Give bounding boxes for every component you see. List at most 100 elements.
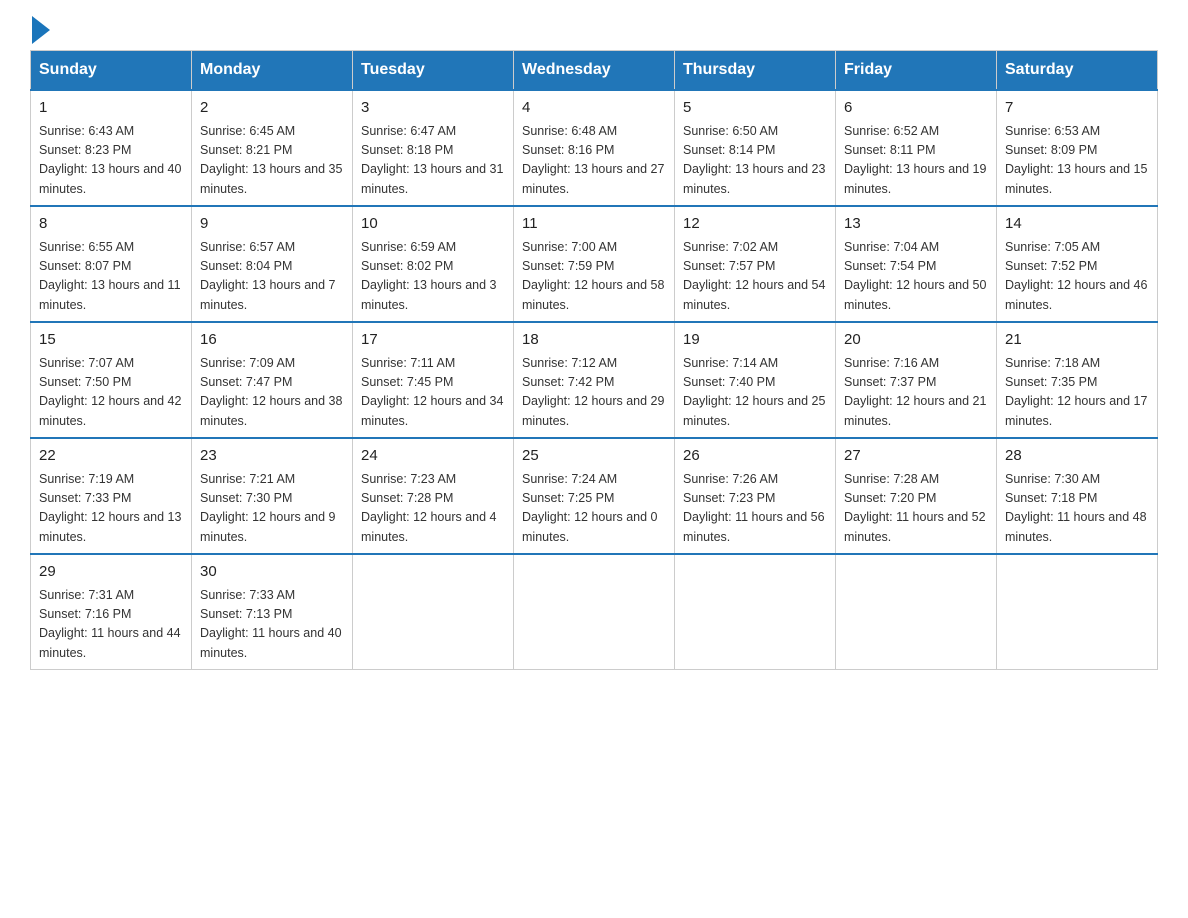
day-number: 5 — [683, 97, 827, 120]
day-info: Sunrise: 7:23 AMSunset: 7:28 PMDaylight:… — [361, 470, 505, 548]
week-row: 1Sunrise: 6:43 AMSunset: 8:23 PMDaylight… — [31, 90, 1158, 206]
day-number: 18 — [522, 329, 666, 352]
calendar-cell: 27Sunrise: 7:28 AMSunset: 7:20 PMDayligh… — [836, 438, 997, 554]
day-info: Sunrise: 7:12 AMSunset: 7:42 PMDaylight:… — [522, 354, 666, 432]
day-number: 26 — [683, 445, 827, 468]
day-info: Sunrise: 7:02 AMSunset: 7:57 PMDaylight:… — [683, 238, 827, 316]
day-info: Sunrise: 7:05 AMSunset: 7:52 PMDaylight:… — [1005, 238, 1149, 316]
week-row: 29Sunrise: 7:31 AMSunset: 7:16 PMDayligh… — [31, 554, 1158, 670]
weekday-header: Saturday — [997, 51, 1158, 91]
day-info: Sunrise: 6:50 AMSunset: 8:14 PMDaylight:… — [683, 122, 827, 200]
calendar-cell: 2Sunrise: 6:45 AMSunset: 8:21 PMDaylight… — [192, 90, 353, 206]
calendar-cell — [353, 554, 514, 670]
day-number: 8 — [39, 213, 183, 236]
day-info: Sunrise: 7:24 AMSunset: 7:25 PMDaylight:… — [522, 470, 666, 548]
calendar-cell: 18Sunrise: 7:12 AMSunset: 7:42 PMDayligh… — [514, 322, 675, 438]
weekday-header: Tuesday — [353, 51, 514, 91]
day-number: 7 — [1005, 97, 1149, 120]
day-info: Sunrise: 7:28 AMSunset: 7:20 PMDaylight:… — [844, 470, 988, 548]
day-info: Sunrise: 6:52 AMSunset: 8:11 PMDaylight:… — [844, 122, 988, 200]
day-info: Sunrise: 6:53 AMSunset: 8:09 PMDaylight:… — [1005, 122, 1149, 200]
calendar-cell: 1Sunrise: 6:43 AMSunset: 8:23 PMDaylight… — [31, 90, 192, 206]
weekday-header: Sunday — [31, 51, 192, 91]
calendar-cell: 19Sunrise: 7:14 AMSunset: 7:40 PMDayligh… — [675, 322, 836, 438]
calendar-cell: 6Sunrise: 6:52 AMSunset: 8:11 PMDaylight… — [836, 90, 997, 206]
week-row: 15Sunrise: 7:07 AMSunset: 7:50 PMDayligh… — [31, 322, 1158, 438]
day-info: Sunrise: 6:57 AMSunset: 8:04 PMDaylight:… — [200, 238, 344, 316]
weekday-header-row: SundayMondayTuesdayWednesdayThursdayFrid… — [31, 51, 1158, 91]
calendar-cell — [997, 554, 1158, 670]
week-row: 22Sunrise: 7:19 AMSunset: 7:33 PMDayligh… — [31, 438, 1158, 554]
day-info: Sunrise: 7:00 AMSunset: 7:59 PMDaylight:… — [522, 238, 666, 316]
weekday-header: Friday — [836, 51, 997, 91]
day-info: Sunrise: 7:30 AMSunset: 7:18 PMDaylight:… — [1005, 470, 1149, 548]
day-number: 23 — [200, 445, 344, 468]
day-number: 12 — [683, 213, 827, 236]
day-number: 4 — [522, 97, 666, 120]
day-number: 29 — [39, 561, 183, 584]
calendar-cell: 12Sunrise: 7:02 AMSunset: 7:57 PMDayligh… — [675, 206, 836, 322]
day-info: Sunrise: 7:33 AMSunset: 7:13 PMDaylight:… — [200, 586, 344, 664]
day-info: Sunrise: 7:21 AMSunset: 7:30 PMDaylight:… — [200, 470, 344, 548]
day-number: 21 — [1005, 329, 1149, 352]
day-number: 24 — [361, 445, 505, 468]
calendar-cell: 26Sunrise: 7:26 AMSunset: 7:23 PMDayligh… — [675, 438, 836, 554]
day-info: Sunrise: 6:47 AMSunset: 8:18 PMDaylight:… — [361, 122, 505, 200]
day-number: 16 — [200, 329, 344, 352]
calendar-cell: 22Sunrise: 7:19 AMSunset: 7:33 PMDayligh… — [31, 438, 192, 554]
day-number: 10 — [361, 213, 505, 236]
calendar-cell: 4Sunrise: 6:48 AMSunset: 8:16 PMDaylight… — [514, 90, 675, 206]
day-number: 27 — [844, 445, 988, 468]
calendar-cell: 24Sunrise: 7:23 AMSunset: 7:28 PMDayligh… — [353, 438, 514, 554]
day-info: Sunrise: 7:09 AMSunset: 7:47 PMDaylight:… — [200, 354, 344, 432]
day-info: Sunrise: 7:19 AMSunset: 7:33 PMDaylight:… — [39, 470, 183, 548]
calendar-cell: 28Sunrise: 7:30 AMSunset: 7:18 PMDayligh… — [997, 438, 1158, 554]
calendar-cell: 15Sunrise: 7:07 AMSunset: 7:50 PMDayligh… — [31, 322, 192, 438]
calendar-cell: 20Sunrise: 7:16 AMSunset: 7:37 PMDayligh… — [836, 322, 997, 438]
calendar-cell: 10Sunrise: 6:59 AMSunset: 8:02 PMDayligh… — [353, 206, 514, 322]
day-number: 15 — [39, 329, 183, 352]
calendar-cell: 17Sunrise: 7:11 AMSunset: 7:45 PMDayligh… — [353, 322, 514, 438]
calendar-cell: 5Sunrise: 6:50 AMSunset: 8:14 PMDaylight… — [675, 90, 836, 206]
day-info: Sunrise: 6:43 AMSunset: 8:23 PMDaylight:… — [39, 122, 183, 200]
calendar-cell: 16Sunrise: 7:09 AMSunset: 7:47 PMDayligh… — [192, 322, 353, 438]
weekday-header: Monday — [192, 51, 353, 91]
day-number: 30 — [200, 561, 344, 584]
calendar-cell: 11Sunrise: 7:00 AMSunset: 7:59 PMDayligh… — [514, 206, 675, 322]
weekday-header: Wednesday — [514, 51, 675, 91]
calendar-cell: 25Sunrise: 7:24 AMSunset: 7:25 PMDayligh… — [514, 438, 675, 554]
calendar-cell — [836, 554, 997, 670]
day-info: Sunrise: 6:59 AMSunset: 8:02 PMDaylight:… — [361, 238, 505, 316]
calendar-table: SundayMondayTuesdayWednesdayThursdayFrid… — [30, 50, 1158, 670]
day-number: 13 — [844, 213, 988, 236]
day-info: Sunrise: 7:26 AMSunset: 7:23 PMDaylight:… — [683, 470, 827, 548]
day-info: Sunrise: 7:18 AMSunset: 7:35 PMDaylight:… — [1005, 354, 1149, 432]
page-header — [30, 20, 1158, 40]
day-info: Sunrise: 7:11 AMSunset: 7:45 PMDaylight:… — [361, 354, 505, 432]
day-number: 11 — [522, 213, 666, 236]
day-number: 28 — [1005, 445, 1149, 468]
calendar-cell: 29Sunrise: 7:31 AMSunset: 7:16 PMDayligh… — [31, 554, 192, 670]
day-info: Sunrise: 6:48 AMSunset: 8:16 PMDaylight:… — [522, 122, 666, 200]
day-number: 2 — [200, 97, 344, 120]
day-number: 25 — [522, 445, 666, 468]
calendar-cell: 9Sunrise: 6:57 AMSunset: 8:04 PMDaylight… — [192, 206, 353, 322]
day-info: Sunrise: 7:04 AMSunset: 7:54 PMDaylight:… — [844, 238, 988, 316]
day-info: Sunrise: 6:45 AMSunset: 8:21 PMDaylight:… — [200, 122, 344, 200]
day-info: Sunrise: 7:07 AMSunset: 7:50 PMDaylight:… — [39, 354, 183, 432]
calendar-cell: 14Sunrise: 7:05 AMSunset: 7:52 PMDayligh… — [997, 206, 1158, 322]
weekday-header: Thursday — [675, 51, 836, 91]
day-info: Sunrise: 7:14 AMSunset: 7:40 PMDaylight:… — [683, 354, 827, 432]
calendar-cell: 7Sunrise: 6:53 AMSunset: 8:09 PMDaylight… — [997, 90, 1158, 206]
calendar-cell: 8Sunrise: 6:55 AMSunset: 8:07 PMDaylight… — [31, 206, 192, 322]
calendar-cell: 13Sunrise: 7:04 AMSunset: 7:54 PMDayligh… — [836, 206, 997, 322]
day-number: 3 — [361, 97, 505, 120]
day-number: 17 — [361, 329, 505, 352]
week-row: 8Sunrise: 6:55 AMSunset: 8:07 PMDaylight… — [31, 206, 1158, 322]
calendar-cell — [514, 554, 675, 670]
calendar-cell: 23Sunrise: 7:21 AMSunset: 7:30 PMDayligh… — [192, 438, 353, 554]
day-info: Sunrise: 7:31 AMSunset: 7:16 PMDaylight:… — [39, 586, 183, 664]
day-number: 14 — [1005, 213, 1149, 236]
day-info: Sunrise: 6:55 AMSunset: 8:07 PMDaylight:… — [39, 238, 183, 316]
day-number: 20 — [844, 329, 988, 352]
